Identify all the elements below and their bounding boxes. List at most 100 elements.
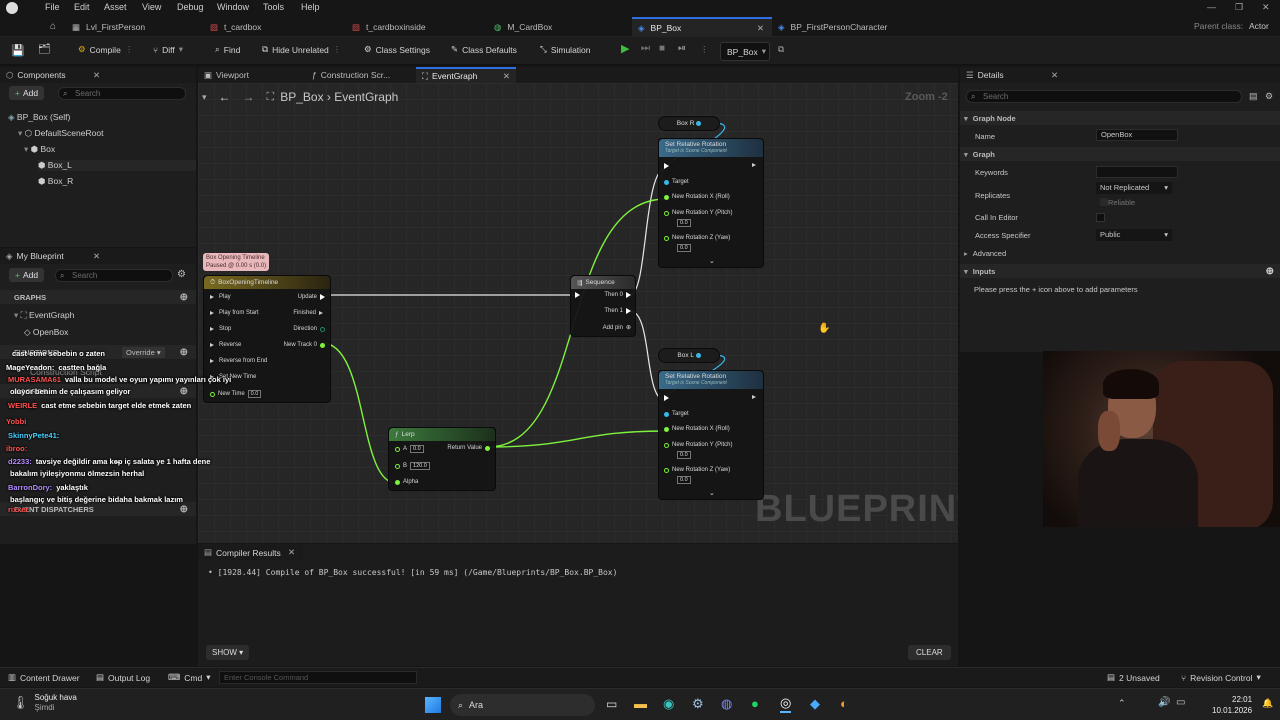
- view-options-icon[interactable]: ▤: [1249, 91, 1258, 102]
- tree-item-self[interactable]: ◈ BP_Box (Self): [8, 112, 70, 123]
- pin-finished[interactable]: Finished: [293, 310, 325, 316]
- graph-node-section[interactable]: ▾ Graph Node: [960, 111, 1280, 125]
- parent-class-value[interactable]: Actor: [1249, 21, 1269, 31]
- class-defaults-button[interactable]: ✎ Class Defaults: [451, 44, 517, 55]
- network-icon[interactable]: ▭: [1176, 697, 1185, 708]
- app-icon[interactable]: ◆: [810, 696, 820, 712]
- taskbar-search[interactable]: ⌕ Ara: [450, 694, 595, 716]
- pin-then-1[interactable]: Then 1: [604, 308, 631, 314]
- menu-view[interactable]: View: [142, 2, 161, 12]
- sequence-node[interactable]: ⇶ Sequence Then 0 Then 1 Add pin ⊕: [570, 275, 636, 337]
- steam-icon[interactable]: ⚙: [692, 696, 704, 712]
- discord-icon[interactable]: ◍: [721, 696, 732, 712]
- pin-rotation-x[interactable]: New Rotation X (Roll): [664, 426, 730, 432]
- rotation-z-value[interactable]: 0.0: [677, 244, 691, 252]
- close-panel-icon[interactable]: ✕: [1051, 70, 1058, 81]
- graph-item-openbox[interactable]: ◇ OpenBox: [24, 327, 68, 338]
- pin-then-0[interactable]: Then 0: [604, 292, 631, 298]
- console-input[interactable]: Enter Console Command: [219, 671, 417, 684]
- rotation-z-value[interactable]: 0.0: [677, 476, 691, 484]
- spotify-icon[interactable]: ●: [751, 696, 759, 711]
- clear-button[interactable]: CLEAR: [908, 645, 951, 660]
- tab-construction-script[interactable]: ƒ Construction Scr...: [306, 67, 416, 83]
- tray-overflow-icon[interactable]: ⌃: [1118, 698, 1126, 709]
- home-icon[interactable]: ⌂: [50, 21, 56, 32]
- close-window-button[interactable]: ✕: [1262, 2, 1270, 13]
- rotation-y-value[interactable]: 0.0: [677, 451, 691, 459]
- graph-item-eventgraph[interactable]: ▾ ⛶ EventGraph: [14, 310, 74, 321]
- hide-unrelated-button[interactable]: ⧉ Hide Unrelated ⋮: [262, 44, 341, 55]
- close-panel-icon[interactable]: ✕: [93, 251, 100, 262]
- tab-lvl-firstperson[interactable]: ▦ Lvl_FirstPerson: [72, 17, 202, 37]
- pin-target[interactable]: Target: [664, 411, 689, 417]
- pin-update[interactable]: Update: [298, 294, 325, 300]
- pin-play-from-start[interactable]: Play from Start: [210, 310, 259, 316]
- eject-button[interactable]: ⏯: [678, 43, 686, 54]
- add-member-button[interactable]: + Add: [9, 268, 45, 282]
- pin-new-track-0[interactable]: New Track 0: [284, 342, 325, 348]
- details-search-input[interactable]: ⌕ Search: [966, 90, 1242, 103]
- settings-gear-icon[interactable]: ⚙: [1265, 91, 1273, 102]
- rotation-y-value[interactable]: 0.0: [677, 219, 691, 227]
- pin-return-value[interactable]: Return Value: [447, 445, 490, 451]
- lerp-node[interactable]: ƒ Lerp A 0.0 B 120.0 Alpha Return Value: [388, 427, 496, 491]
- pin-b[interactable]: B 120.0: [395, 462, 430, 470]
- add-input-icon[interactable]: ⊕: [1266, 266, 1274, 277]
- debug-filter-icon[interactable]: ⧉: [778, 44, 784, 55]
- menu-edit[interactable]: Edit: [74, 2, 90, 12]
- find-button[interactable]: ⌕ Find: [215, 44, 240, 55]
- restore-button[interactable]: ❐: [1235, 2, 1243, 13]
- tree-item-defaultsceneroot[interactable]: ▾ ⬡ DefaultSceneRoot: [18, 128, 103, 139]
- pin-new-time[interactable]: New Time 0.0: [210, 390, 262, 398]
- components-search-input[interactable]: ⌕ Search: [58, 87, 186, 100]
- menu-help[interactable]: Help: [301, 2, 320, 12]
- weather-widget[interactable]: 🌡 Soğuk hava Şimdi: [12, 693, 77, 713]
- inputs-section[interactable]: ▾ Inputs ⊕: [960, 264, 1280, 278]
- pin-exec-in[interactable]: [664, 395, 669, 401]
- add-pin-button[interactable]: Add pin ⊕: [603, 324, 631, 332]
- simulation-button[interactable]: ⤡ Simulation: [540, 44, 591, 55]
- graphs-section[interactable]: GRAPHS ⊕: [0, 290, 196, 304]
- tab-viewport[interactable]: ▣ Viewport: [198, 67, 313, 83]
- unreal-logo-icon[interactable]: [6, 2, 18, 14]
- keywords-input[interactable]: [1096, 166, 1178, 178]
- pin-rotation-z[interactable]: New Rotation Z (Yaw): [664, 235, 730, 241]
- pin-target[interactable]: Target: [664, 179, 689, 185]
- add-graph-icon[interactable]: ⊕: [180, 292, 188, 303]
- menu-tools[interactable]: Tools: [263, 2, 284, 12]
- blender-icon[interactable]: ◐: [840, 696, 848, 711]
- pin-rotation-x[interactable]: New Rotation X (Roll): [664, 194, 730, 200]
- tab-m-cardbox[interactable]: ◍ M_CardBox: [494, 17, 624, 37]
- call-in-editor-checkbox[interactable]: [1096, 213, 1105, 222]
- b-value[interactable]: 120.0: [410, 462, 430, 470]
- access-specifier-select[interactable]: Public ▾: [1096, 229, 1172, 241]
- play-button[interactable]: ▶: [621, 42, 629, 55]
- revision-control-button[interactable]: ⑂ Revision Control ▾: [1181, 672, 1261, 683]
- box-r-getter[interactable]: Box R: [658, 116, 720, 131]
- pin-rotation-z[interactable]: New Rotation Z (Yaw): [664, 467, 730, 473]
- expand-chevron-icon[interactable]: ⌄: [709, 489, 715, 497]
- compile-button[interactable]: ⚙ Compile ⋮: [78, 44, 133, 55]
- expand-chevron-icon[interactable]: ⌄: [709, 257, 715, 265]
- tree-item-box-l[interactable]: ⬢ Box_L: [38, 160, 196, 171]
- name-input[interactable]: OpenBox: [1096, 129, 1178, 141]
- tree-item-box-r[interactable]: ⬢ Box_R: [38, 176, 73, 187]
- pin-exec-out[interactable]: [752, 163, 758, 167]
- pin-alpha[interactable]: Alpha: [395, 479, 418, 485]
- save-icon[interactable]: 💾: [11, 44, 25, 57]
- graph-section[interactable]: ▾ Graph: [960, 147, 1280, 161]
- pin-stop[interactable]: Stop: [210, 326, 231, 332]
- box-l-getter[interactable]: Box L: [658, 348, 720, 363]
- close-tab-icon[interactable]: ✕: [757, 23, 764, 34]
- advanced-section[interactable]: ▸ Advanced: [964, 249, 1006, 258]
- tab-bp-box[interactable]: ◈ BP_Box ✕: [632, 17, 772, 37]
- tab-t-cardboxinside[interactable]: ▨ t_cardboxinside: [352, 17, 482, 37]
- play-options-icon[interactable]: ⋮: [700, 44, 709, 55]
- notification-icon[interactable]: 🔔: [1262, 698, 1273, 709]
- settings-gear-icon[interactable]: ⚙: [177, 269, 186, 280]
- minimize-button[interactable]: —: [1207, 2, 1216, 12]
- close-panel-icon[interactable]: ✕: [288, 547, 295, 558]
- menu-debug[interactable]: Debug: [177, 2, 204, 12]
- task-view-icon[interactable]: ▭: [606, 697, 617, 711]
- pin-a[interactable]: A 0.0: [395, 445, 424, 453]
